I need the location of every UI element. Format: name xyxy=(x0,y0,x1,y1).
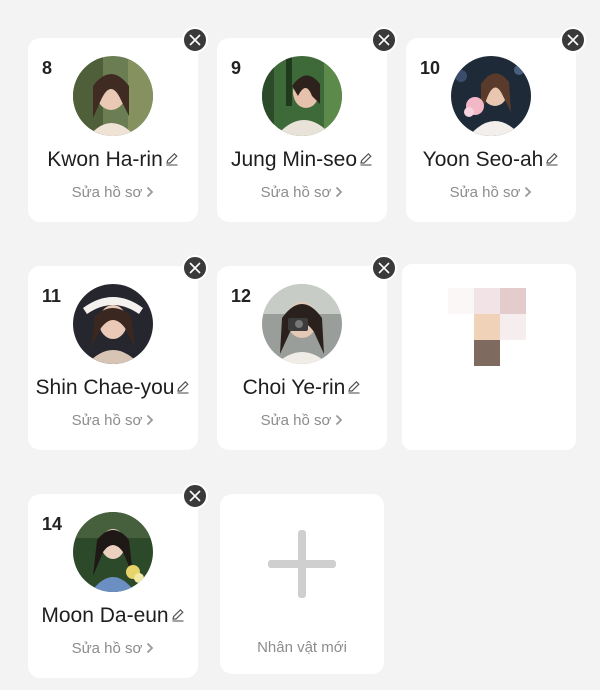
character-name: Shin Chae-you xyxy=(35,376,175,399)
delete-button[interactable] xyxy=(371,27,397,53)
edit-profile-label: Sửa hồ sơ xyxy=(71,412,143,429)
close-icon xyxy=(567,34,579,46)
blur-pixel xyxy=(474,314,500,340)
edit-profile-label: Sửa hồ sơ xyxy=(71,184,143,201)
character-card[interactable]: 8 Kwon Ha-rin Sửa hồ sơ xyxy=(28,38,198,222)
close-icon xyxy=(378,34,390,46)
plus-icon xyxy=(268,530,336,598)
edit-profile-label: Sửa hồ sơ xyxy=(71,640,143,657)
delete-button[interactable] xyxy=(371,255,397,281)
character-number: 8 xyxy=(42,58,53,78)
edit-profile-label: Sửa hồ sơ xyxy=(260,412,332,429)
character-name: Kwon Ha-rin xyxy=(47,148,163,171)
new-character-button[interactable]: Nhân vật mới xyxy=(220,494,384,674)
character-card[interactable]: 10 Yoon Seo-ah Sửa hồ sơ xyxy=(406,38,576,222)
chevron-right-icon xyxy=(146,413,154,430)
blur-pixel xyxy=(500,288,526,314)
edit-profile-label: Sửa hồ sơ xyxy=(260,184,332,201)
character-card[interactable]: 14 Moon Da-eun Sửa hồ sơ xyxy=(28,494,198,678)
edit-profile-label: Sửa hồ sơ xyxy=(449,184,521,201)
close-icon xyxy=(189,34,201,46)
new-character-label: Nhân vật mới xyxy=(257,639,347,656)
close-icon xyxy=(189,262,201,274)
edit-profile-link[interactable]: Sửa hồ sơ xyxy=(217,184,387,202)
pencil-icon[interactable] xyxy=(171,604,185,628)
blurred-card xyxy=(402,264,576,450)
blur-pixel xyxy=(448,288,474,314)
character-number: 11 xyxy=(42,286,62,306)
edit-profile-link[interactable]: Sửa hồ sơ xyxy=(28,640,198,658)
avatar[interactable] xyxy=(451,56,531,136)
character-number: 14 xyxy=(42,514,63,534)
chevron-right-icon xyxy=(524,185,532,202)
edit-profile-link[interactable]: Sửa hồ sơ xyxy=(28,184,198,202)
close-icon xyxy=(378,262,390,274)
edit-profile-link[interactable]: Sửa hồ sơ xyxy=(406,184,576,202)
blur-pixel xyxy=(474,340,500,366)
close-icon xyxy=(189,490,201,502)
character-card[interactable]: 12 Choi Ye-rin Sửa hồ sơ xyxy=(217,266,387,450)
blur-pixel xyxy=(500,314,526,340)
chevron-right-icon xyxy=(146,185,154,202)
pencil-icon[interactable] xyxy=(545,148,559,172)
blur-pixel xyxy=(474,288,500,314)
edit-profile-link[interactable]: Sửa hồ sơ xyxy=(28,412,198,430)
pencil-icon[interactable] xyxy=(347,376,361,400)
delete-button[interactable] xyxy=(182,255,208,281)
character-name: Choi Ye-rin xyxy=(242,376,346,399)
avatar[interactable] xyxy=(73,512,153,592)
chevron-right-icon xyxy=(146,641,154,658)
character-card[interactable]: 11 Shin Chae-you Sửa hồ sơ xyxy=(28,266,198,450)
chevron-right-icon xyxy=(335,185,343,202)
character-number: 12 xyxy=(231,286,252,306)
character-name: Jung Min-seo xyxy=(230,148,358,171)
avatar[interactable] xyxy=(73,56,153,136)
delete-button[interactable] xyxy=(182,27,208,53)
character-number: 9 xyxy=(231,58,242,78)
chevron-right-icon xyxy=(335,413,343,430)
pencil-icon[interactable] xyxy=(359,148,373,172)
delete-button[interactable] xyxy=(182,483,208,509)
pencil-icon[interactable] xyxy=(165,148,179,172)
character-name: Yoon Seo-ah xyxy=(422,148,544,171)
edit-profile-link[interactable]: Sửa hồ sơ xyxy=(217,412,387,430)
character-number: 10 xyxy=(420,58,441,78)
avatar[interactable] xyxy=(262,56,342,136)
avatar[interactable] xyxy=(262,284,342,364)
character-name: Moon Da-eun xyxy=(41,604,169,627)
pencil-icon[interactable] xyxy=(176,376,190,400)
character-card[interactable]: 9 Jung Min-seo Sửa hồ sơ xyxy=(217,38,387,222)
avatar[interactable] xyxy=(73,284,153,364)
delete-button[interactable] xyxy=(560,27,586,53)
